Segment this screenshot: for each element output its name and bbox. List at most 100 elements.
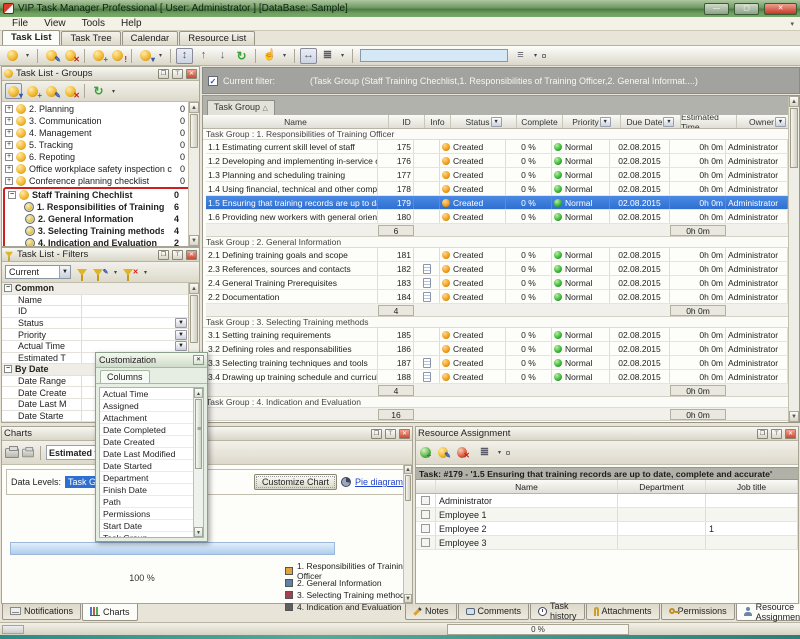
charts-scrollbar[interactable]: ▲▼ (403, 465, 412, 603)
column-header-name[interactable]: Name (203, 115, 389, 128)
collapse-icon[interactable]: − (4, 365, 12, 373)
tree-item-8[interactable]: −Staff Training Chechlist0 (5, 189, 193, 201)
task-row[interactable]: 3.2 Defining roles and responsabilities1… (206, 342, 788, 356)
column-filter-icon[interactable]: ▼ (491, 117, 502, 127)
apply-filter-icon[interactable] (73, 264, 90, 280)
column-option[interactable]: Attachment (100, 412, 203, 424)
tree-item-5[interactable]: +6. Repoting0 (2, 151, 199, 163)
current-filter-checkbox[interactable]: ✓ (208, 76, 218, 86)
expand-icon[interactable]: + (5, 153, 13, 161)
column-option[interactable]: Department (100, 472, 203, 484)
column-header-complete[interactable]: Complete (517, 115, 563, 128)
tree-item-7[interactable]: +Conference planning checklist0 (2, 175, 199, 187)
customize-chart-button[interactable]: Customize Chart (254, 474, 337, 490)
menu-tools[interactable]: Tools (74, 18, 113, 29)
resource-column-job-title[interactable]: Job title (706, 480, 798, 493)
tab-calendar[interactable]: Calendar (122, 31, 179, 45)
task-row[interactable]: 3.4 Drawing up training schedule and cur… (206, 370, 788, 384)
expand-icon[interactable]: + (5, 105, 13, 113)
edit-group-icon[interactable]: ✎ (43, 83, 60, 99)
resource-pin-icon[interactable]: ⊤ (771, 429, 782, 439)
collapse-icon[interactable]: − (4, 284, 12, 292)
bottom-tab-attachments[interactable]: Attachments (586, 604, 660, 620)
menu-help[interactable]: Help (113, 18, 150, 29)
expand-icon[interactable]: + (5, 129, 13, 137)
filter-preset-select[interactable]: Current ▼ (5, 265, 71, 279)
expand-icon[interactable]: + (5, 117, 13, 125)
charts-close-icon[interactable]: ✕ (399, 429, 410, 439)
field-dropdown-icon[interactable]: ▼ (175, 341, 187, 351)
task-row[interactable]: 1.3 Planning and scheduling training177C… (206, 168, 788, 182)
field-value[interactable] (82, 329, 175, 340)
print-chart-icon[interactable] (5, 448, 19, 458)
remove-assignment-icon[interactable]: ✕ (457, 445, 474, 461)
field-value[interactable] (82, 295, 199, 306)
column-option[interactable]: Date Completed (100, 424, 203, 436)
clear-filter-icon[interactable]: ✕ (122, 264, 139, 280)
bottom-tab-resource-assignment[interactable]: Resource Assignment (736, 604, 800, 621)
resource-restore-icon[interactable]: ❐ (757, 429, 768, 439)
task-row[interactable]: 1.5 Ensuring that training records are u… (206, 196, 788, 210)
menu-file[interactable]: File (4, 18, 36, 29)
filter-section-common[interactable]: −Common (2, 283, 199, 295)
edit-task-icon[interactable]: ✎ (43, 48, 60, 64)
column-option[interactable]: Assigned (100, 400, 203, 412)
task-row[interactable]: 1.4 Using financial, technical and other… (206, 182, 788, 196)
resource-column-department[interactable]: Department (618, 480, 706, 493)
expand-rows-icon[interactable]: ↕ (176, 48, 193, 64)
bottom-tab-permissions[interactable]: Permissions (661, 604, 735, 620)
resource-row[interactable]: Employee 3 (416, 536, 798, 550)
column-filter-icon[interactable]: ▼ (600, 117, 611, 127)
task-row[interactable]: 1.6 Providing new workers with general o… (206, 210, 788, 224)
column-option[interactable]: Permissions (100, 508, 203, 520)
tree-item-2[interactable]: +3. Communication0 (2, 115, 199, 127)
tab-columns[interactable]: Columns (100, 370, 150, 383)
delete-task-icon[interactable]: ✕ (62, 48, 79, 64)
edit-assignment-icon[interactable]: ✎ (438, 445, 455, 461)
expand-icon[interactable]: + (5, 165, 13, 173)
tree-item-10[interactable]: 2. General Information4 (5, 213, 193, 225)
column-header-info[interactable]: Info (425, 115, 451, 128)
refresh-groups-icon[interactable]: ↻ (90, 83, 107, 99)
sort-menu[interactable]: ▾ (531, 49, 540, 63)
column-option[interactable]: Finish Date (100, 484, 203, 496)
task-row[interactable]: 2.1 Defining training goals and scope181… (206, 248, 788, 262)
assign-resource-icon[interactable]: + (419, 445, 436, 461)
filter-tasks-menu[interactable]: ▾ (156, 49, 165, 63)
group-by-chip[interactable]: Task Group △ (207, 100, 275, 115)
field-dropdown-icon[interactable]: ▼ (175, 318, 187, 328)
resource-close-icon[interactable]: ✕ (785, 429, 796, 439)
bottom-tab-notifications[interactable]: Notifications (2, 604, 81, 620)
bottom-tab-notes[interactable]: Notes (405, 604, 457, 620)
close-button[interactable]: ✕ (764, 3, 797, 15)
customization-scrollbar[interactable]: ▲▼ (193, 388, 203, 537)
tree-item-12[interactable]: 4. Indication and Evaluation2 (5, 237, 193, 246)
duplicate-task-icon[interactable]: + (90, 48, 107, 64)
filter-by-group-icon[interactable]: ▾ (5, 83, 22, 99)
minimize-button[interactable]: — (704, 3, 729, 15)
column-option[interactable]: Path (100, 496, 203, 508)
resource-list-icon[interactable]: ≣ (476, 445, 493, 461)
column-header-priority[interactable]: Priority▼ (563, 115, 621, 128)
groups-restore-icon[interactable]: ❐ (158, 69, 169, 79)
move-down-icon[interactable]: ↓ (214, 48, 231, 64)
task-row[interactable]: 1.1 Estimating current skill level of st… (206, 140, 788, 154)
filter-field-name[interactable]: Name (2, 295, 199, 307)
task-row[interactable]: 2.3 References, sources and contacts182C… (206, 262, 788, 276)
column-option[interactable]: Task Group (100, 532, 203, 538)
task-row[interactable]: 3.3 Selecting training techniques and to… (206, 356, 788, 370)
move-up-icon[interactable]: ↑ (195, 48, 212, 64)
new-task-menu[interactable]: ▾ (23, 49, 32, 63)
more-icon[interactable] (542, 54, 546, 58)
column-option[interactable]: Actual Time (100, 388, 203, 400)
column-list-icon[interactable]: ≣ (319, 48, 336, 64)
filters-pin-icon[interactable]: ⊤ (172, 250, 183, 260)
tree-item-9[interactable]: 1. Responsibilities of Training Of6 (5, 201, 193, 213)
task-row[interactable]: 2.4 General Training Prerequisites183Cre… (206, 276, 788, 290)
bottom-tab-task-history[interactable]: Task history (530, 604, 585, 620)
print-preview-icon[interactable] (22, 448, 34, 457)
tree-item-11[interactable]: 3. Selecting Training methods4 (5, 225, 193, 237)
resource-checkbox[interactable] (421, 524, 430, 533)
resource-checkbox[interactable] (421, 538, 430, 547)
tab-task-tree[interactable]: Task Tree (61, 31, 120, 45)
